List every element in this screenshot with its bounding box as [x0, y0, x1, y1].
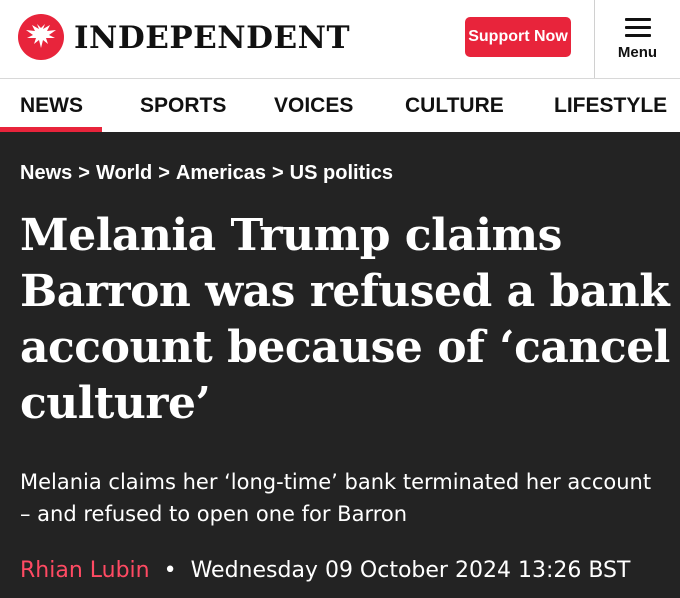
breadcrumb-news[interactable]: News	[20, 162, 72, 184]
menu-button[interactable]: Menu	[595, 0, 680, 78]
author-link[interactable]: Rhian Lubin	[20, 558, 150, 583]
byline: Rhian Lubin • Wednesday 09 October 2024 13…	[20, 556, 670, 586]
site-header: INDEPENDENT Support Now Menu	[0, 0, 680, 78]
publish-date: Wednesday 09 October 2024 13:26 BST	[190, 558, 631, 583]
hamburger-icon	[624, 18, 651, 38]
breadcrumb-americas[interactable]: Americas	[176, 162, 266, 184]
active-tab-indicator	[0, 127, 102, 132]
byline-separator: •	[163, 558, 177, 583]
nav-item-sports[interactable]: SPORTS	[140, 93, 226, 119]
brand-wordmark[interactable]: INDEPENDENT	[74, 19, 350, 57]
nav-item-voices[interactable]: VOICES	[274, 93, 353, 119]
breadcrumb-separator: >	[158, 162, 170, 184]
nav-item-lifestyle[interactable]: LIFESTYLE	[554, 93, 667, 119]
menu-label: Menu	[617, 44, 658, 61]
breadcrumb-separator: >	[78, 162, 90, 184]
nav-item-news[interactable]: NEWS	[20, 93, 83, 119]
breadcrumb-separator: >	[271, 162, 284, 184]
article-headline: Melania Trump claims Barron was refused …	[20, 210, 670, 429]
breadcrumb: News > World > Americas > US politics	[20, 160, 393, 186]
article-standfirst: Melania claims her ‘long-time’ bank term…	[20, 470, 652, 526]
breadcrumb-world[interactable]: World	[96, 162, 152, 184]
breadcrumb-us-politics[interactable]: US politics	[290, 162, 393, 184]
support-now-button[interactable]: Support Now	[465, 17, 571, 57]
eagle-icon[interactable]	[18, 14, 64, 60]
nav-item-culture[interactable]: CULTURE	[405, 93, 504, 119]
section-nav: NEWS SPORTS VOICES CULTURE LIFESTYLE	[0, 78, 680, 132]
